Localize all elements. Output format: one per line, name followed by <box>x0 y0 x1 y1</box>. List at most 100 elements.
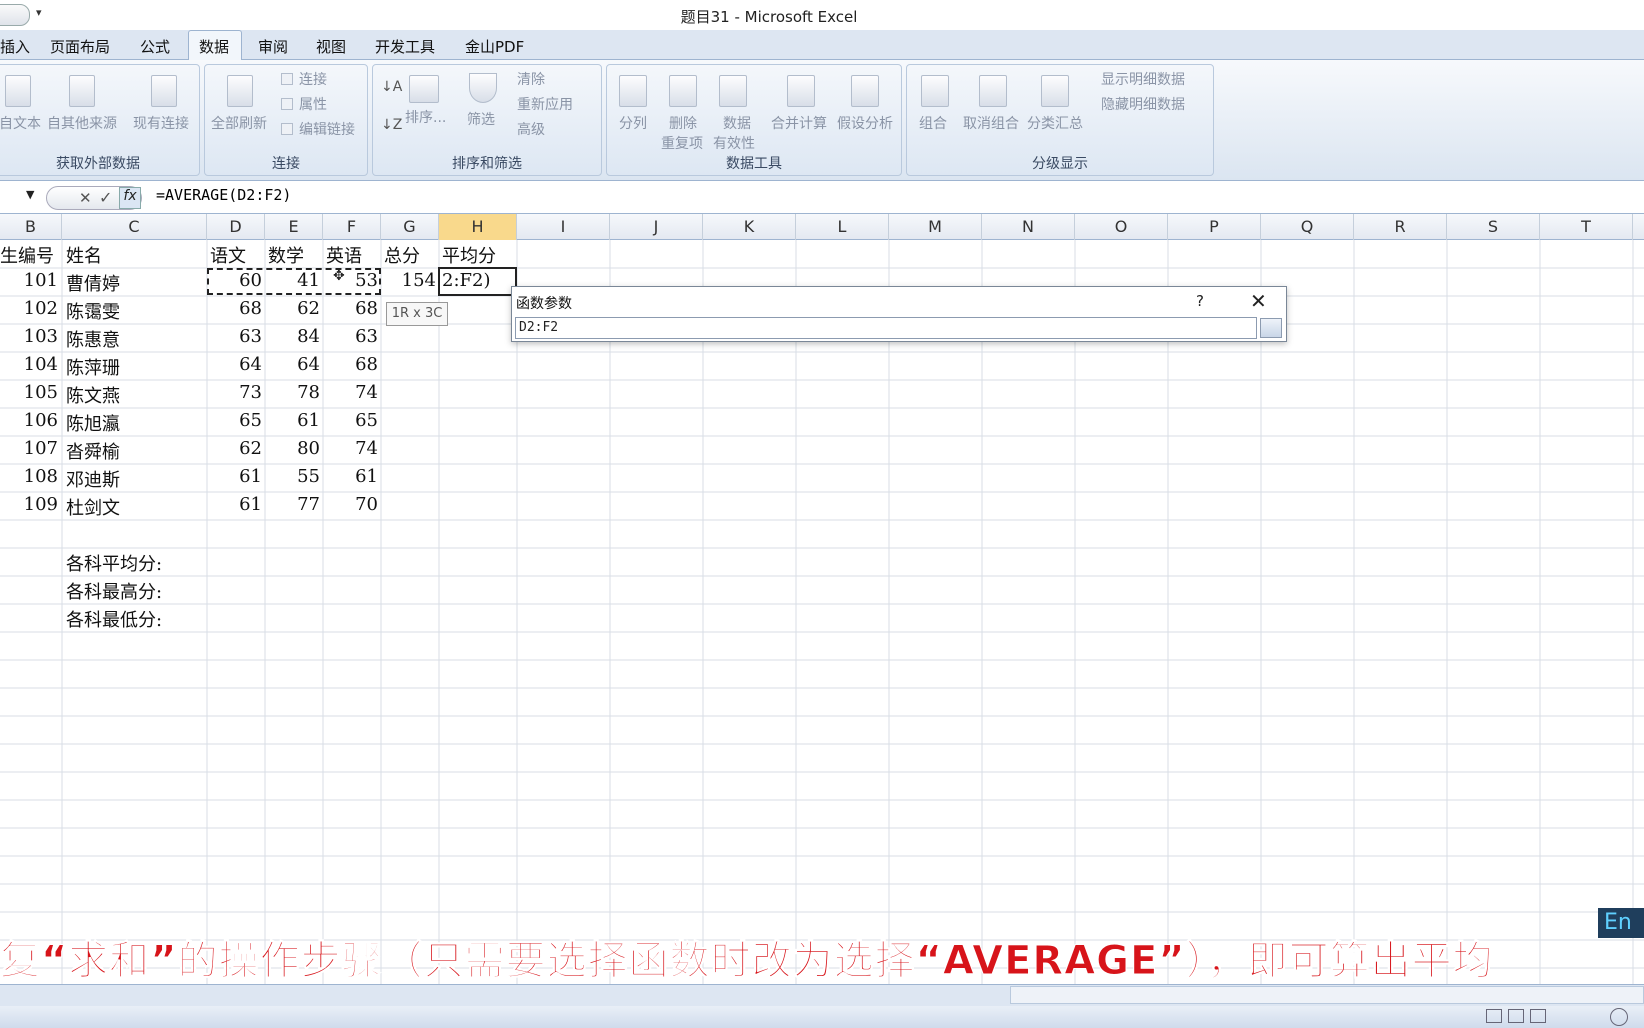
page-layout-view-icon[interactable] <box>1508 1009 1524 1023</box>
horizontal-scrollbar[interactable] <box>1010 986 1644 1004</box>
cell-name: 曹倩婷 <box>66 274 120 295</box>
active-cell[interactable] <box>438 267 517 296</box>
cell-id: 102 <box>23 298 58 319</box>
selection-size-tooltip: 1R x 3C <box>386 302 448 326</box>
normal-view-icon[interactable] <box>1486 1009 1502 1023</box>
col-header[interactable]: P <box>1168 214 1261 240</box>
group-sort-filter: ↓A ↓Z 排序... 筛选 清除 重新应用 高级 排序和筛选 <box>372 64 602 176</box>
col-header[interactable]: L <box>796 214 889 240</box>
cell-d: 73 <box>239 382 262 403</box>
cell-id: 105 <box>23 382 58 403</box>
tab-view[interactable]: 视图 <box>316 36 346 57</box>
name-box-dropdown-icon[interactable]: ▼ <box>26 188 34 201</box>
col-header[interactable]: K <box>703 214 796 240</box>
connections-icon <box>281 73 293 85</box>
sort-desc-icon[interactable]: ↓Z <box>381 117 402 133</box>
ungroup-button[interactable]: 取消组合 <box>963 113 1019 133</box>
what-if-button[interactable]: 假设分析 <box>837 113 893 133</box>
text-to-columns-button[interactable]: 分列 <box>619 113 647 133</box>
col-header[interactable]: S <box>1447 214 1540 240</box>
filter-icon <box>469 73 497 103</box>
sort-asc-icon[interactable]: ↓A <box>381 79 402 95</box>
col-header[interactable]: O <box>1075 214 1168 240</box>
insert-function-icon[interactable]: fx <box>119 187 141 209</box>
col-header[interactable]: J <box>610 214 703 240</box>
tab-formulas[interactable]: 公式 <box>140 36 170 57</box>
header-id: 生编号 <box>0 246 54 267</box>
from-text-button[interactable]: 自文本 <box>0 113 41 133</box>
header-english: 英语 <box>326 246 362 267</box>
formula-input[interactable]: =AVERAGE(D2:F2) <box>156 186 291 204</box>
col-header[interactable]: M <box>889 214 982 240</box>
cell-id: 103 <box>23 326 58 347</box>
group-button[interactable]: 组合 <box>919 113 947 133</box>
group-icon <box>921 75 949 107</box>
help-button[interactable]: ? <box>1196 292 1204 310</box>
sort-button[interactable]: 排序... <box>405 107 446 127</box>
header-total: 总分 <box>384 246 420 267</box>
edit-links-button[interactable]: 编辑链接 <box>299 119 355 139</box>
zoom-out-icon[interactable] <box>1610 1008 1628 1026</box>
col-header[interactable]: T <box>1540 214 1633 240</box>
col-header[interactable]: D <box>207 214 265 240</box>
consolidate-icon <box>787 75 815 107</box>
from-other-button[interactable]: 自其他来源 <box>47 113 117 133</box>
tab-review[interactable]: 审阅 <box>258 36 288 57</box>
group-data-tools: 分列 删除 重复项 数据 有效性 合并计算 假设分析 数据工具 <box>606 64 902 176</box>
remove-duplicates-button[interactable]: 删除 <box>669 113 697 133</box>
page-break-view-icon[interactable] <box>1530 1009 1546 1023</box>
from-other-icon <box>69 75 95 107</box>
col-header[interactable]: E <box>265 214 323 240</box>
tab-developer[interactable]: 开发工具 <box>375 36 435 57</box>
cancel-icon[interactable]: ✕ <box>79 189 92 207</box>
col-header[interactable]: G <box>381 214 439 240</box>
enter-icon[interactable]: ✓ <box>99 188 112 207</box>
properties-icon <box>281 98 293 110</box>
properties-button[interactable]: 属性 <box>299 94 327 114</box>
header-average: 平均分 <box>442 246 496 267</box>
cell-e: 64 <box>297 354 320 375</box>
cell-f: 63 <box>355 326 378 347</box>
advanced-button[interactable]: 高级 <box>517 119 545 139</box>
header-name: 姓名 <box>66 246 102 267</box>
col-header[interactable]: N <box>982 214 1075 240</box>
data-validation-button[interactable]: 数据 <box>723 113 751 133</box>
col-header[interactable]: C <box>62 214 207 240</box>
window-title: 题目31 - Microsoft Excel <box>680 8 858 26</box>
tab-page-layout[interactable]: 页面布局 <box>50 36 110 57</box>
column-headers: B C D E F G H I J K L M N O P Q R S T <box>0 214 1644 240</box>
cell-id: 107 <box>23 438 58 459</box>
cell-f: 74 <box>355 382 378 403</box>
col-header[interactable]: Q <box>1261 214 1354 240</box>
subtotal-button[interactable]: 分类汇总 <box>1027 113 1083 133</box>
existing-connections-button[interactable]: 现有连接 <box>133 113 189 133</box>
cell-d: 64 <box>239 354 262 375</box>
col-header[interactable]: R <box>1354 214 1447 240</box>
cell-d: 63 <box>239 326 262 347</box>
tab-data[interactable]: 数据 <box>199 36 229 57</box>
clear-button[interactable]: 清除 <box>517 69 545 89</box>
close-icon[interactable]: ✕ <box>1250 289 1267 313</box>
connections-button[interactable]: 连接 <box>299 69 327 89</box>
col-header[interactable]: I <box>517 214 610 240</box>
cell-name: 杜剑文 <box>66 498 120 519</box>
col-header-selected[interactable]: H <box>439 214 517 240</box>
hide-detail-button[interactable]: 隐藏明细数据 <box>1101 94 1185 114</box>
range-input[interactable]: D2:F2 <box>515 317 1257 339</box>
sort-icon <box>409 75 439 103</box>
cell-f: 68 <box>355 354 378 375</box>
cell-id: 109 <box>23 494 58 515</box>
cell-e: 80 <box>297 438 320 459</box>
col-header[interactable]: F <box>323 214 381 240</box>
consolidate-button[interactable]: 合并计算 <box>771 113 827 133</box>
show-detail-button[interactable]: 显示明细数据 <box>1101 69 1185 89</box>
filter-button[interactable]: 筛选 <box>467 109 495 129</box>
col-header[interactable]: B <box>0 214 62 240</box>
cell-e: 77 <box>297 494 320 515</box>
expand-dialog-icon[interactable] <box>1260 318 1282 338</box>
refresh-all-button[interactable]: 全部刷新 <box>211 113 267 133</box>
tab-insert[interactable]: 插入 <box>0 36 30 57</box>
worksheet-grid[interactable]: 生编号 姓名 语文 数学 英语 总分 平均分 101 曹倩婷 60 41 53 154 2:… <box>0 240 1644 985</box>
reapply-button[interactable]: 重新应用 <box>517 94 573 114</box>
tab-pdf[interactable]: 金山PDF <box>465 36 524 57</box>
